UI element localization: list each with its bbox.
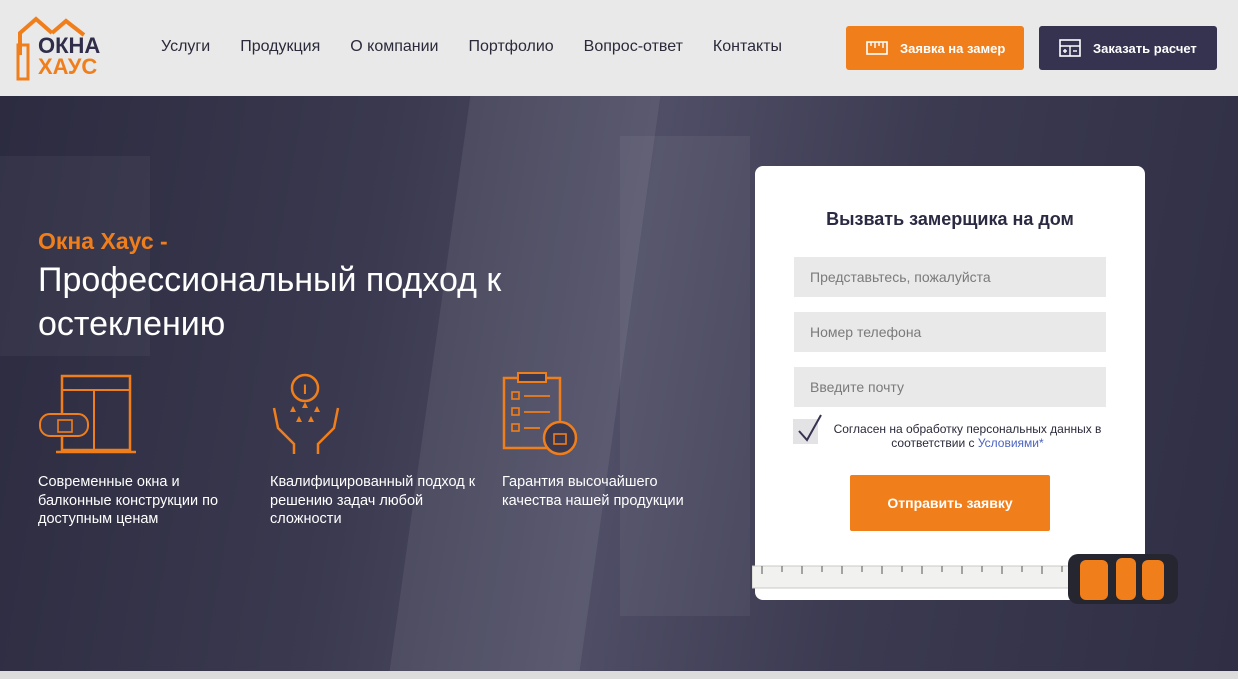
nav-about[interactable]: О компании (350, 37, 438, 57)
calculator-icon (1059, 39, 1081, 57)
feature-qualified: I Квалифицированный подход к решению зад… (270, 372, 480, 527)
consent-text: Согласен на обработку персональных данны… (825, 422, 1110, 450)
nav-services[interactable]: Услуги (161, 37, 210, 57)
logo[interactable]: ОКНА ХАУС (16, 15, 116, 83)
tape-measure-icon (866, 41, 888, 55)
order-calculation-label: Заказать расчет (1093, 40, 1197, 56)
nav-portfolio[interactable]: Портфолио (469, 37, 554, 57)
site-header: ОКНА ХАУС Услуги Продукция О компании По… (0, 0, 1238, 96)
feature-qualified-text: Квалифицированный подход к решению задач… (270, 474, 476, 527)
logo-text-bottom: ХАУС (38, 54, 98, 79)
checkmark-icon (798, 414, 822, 442)
tape-measure-illustration (752, 554, 1178, 604)
measure-request-button[interactable]: Заявка на замер (846, 26, 1024, 70)
main-nav: Услуги Продукция О компании Портфолио Во… (161, 37, 812, 57)
feature-guarantee: Гарантия высочайшего качества нашей прод… (502, 372, 712, 509)
nav-contacts[interactable]: Контакты (713, 37, 782, 57)
feature-windows-text: Современные окна и балконные конструкции… (38, 474, 219, 527)
terms-link[interactable]: Условиями* (978, 436, 1044, 450)
consent-label: Согласен на обработку персональных данны… (833, 422, 1102, 450)
feature-guarantee-text: Гарантия высочайшего качества нашей прод… (502, 474, 684, 509)
submit-request-button[interactable]: Отправить заявку (850, 475, 1050, 531)
bottom-strip (0, 671, 1238, 679)
award-hands-icon: I (272, 373, 340, 454)
svg-text:I: I (303, 381, 307, 397)
measurer-request-form: Вызвать замерщика на дом Согласен на обр… (755, 166, 1145, 600)
consent-checkbox[interactable] (793, 414, 822, 444)
name-input[interactable] (794, 257, 1106, 297)
nav-faq[interactable]: Вопрос-ответ (584, 37, 683, 57)
checklist-like-icon (502, 372, 578, 456)
hero-brand: Окна Хаус - (38, 228, 168, 254)
window-like-icon (39, 374, 136, 454)
nav-products[interactable]: Продукция (240, 37, 320, 57)
hero-headline: Профессиональный подход к остеклению (38, 261, 502, 343)
measure-request-label: Заявка на замер (900, 40, 1006, 56)
phone-input[interactable] (794, 312, 1106, 352)
order-calculation-button[interactable]: Заказать расчет (1039, 26, 1217, 70)
form-title: Вызвать замерщика на дом (826, 209, 1074, 229)
feature-windows: Современные окна и балконные конструкции… (38, 372, 248, 527)
email-input[interactable] (794, 367, 1106, 407)
